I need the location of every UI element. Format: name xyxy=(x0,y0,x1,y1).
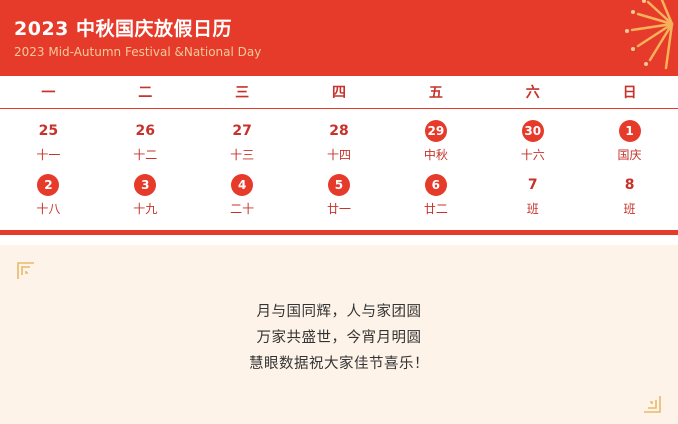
calendar-day: 28 十四 xyxy=(291,120,388,172)
weekday-label: 六 xyxy=(525,85,540,101)
calendar-day: 4 二十 xyxy=(194,174,291,226)
calendar-day: 7 班 xyxy=(484,174,581,226)
calendar-week-row: 25 十一 26 十二 27 十三 28 十四 29 中秋 30 十六 1 国庆 xyxy=(0,120,678,172)
calendar-day: 1 国庆 xyxy=(581,120,678,172)
holiday-day-number: 30 xyxy=(521,120,544,142)
holiday-day-number: 3 xyxy=(134,174,157,196)
holiday-day-number: 5 xyxy=(327,174,350,196)
calendar-day: 27 十三 xyxy=(194,120,291,172)
page-title: 2023 中秋国庆放假日历 xyxy=(14,18,232,40)
day-number: 7 xyxy=(527,177,538,193)
lunar-date: 二十 xyxy=(230,202,255,216)
calendar-day: 5 廿一 xyxy=(291,174,388,226)
calendar-day: 8 班 xyxy=(581,174,678,226)
holiday-day-number: 2 xyxy=(37,174,60,196)
weekday-label: 三 xyxy=(235,85,250,101)
weekday-label: 五 xyxy=(428,85,443,101)
weekday-label: 日 xyxy=(622,85,637,101)
calendar-day: 3 十九 xyxy=(97,174,194,226)
weekday-header-row: 一 二 三 四 五 六 日 xyxy=(0,76,678,109)
calendar-day: 30 十六 xyxy=(484,120,581,172)
calendar-day: 25 十一 xyxy=(0,120,97,172)
day-number: 27 xyxy=(232,123,252,139)
calendar-header: 2023 中秋国庆放假日历 2023 Mid-Autumn Festival &… xyxy=(0,0,678,76)
lunar-date: 十八 xyxy=(36,202,61,216)
day-number: 25 xyxy=(38,123,59,139)
lunar-date: 十一 xyxy=(36,148,61,162)
day-number: 8 xyxy=(624,177,635,193)
calendar-day: 6 廿二 xyxy=(387,174,484,226)
holiday-day-number: 29 xyxy=(424,120,447,142)
corner-ornament-icon xyxy=(644,396,661,413)
workday-label: 班 xyxy=(623,202,636,216)
lunar-date: 廿一 xyxy=(326,202,351,216)
lunar-date: 十三 xyxy=(230,148,255,162)
lunar-date: 十九 xyxy=(133,202,158,216)
calendar-day: 2 十八 xyxy=(0,174,97,226)
lunar-date: 十六 xyxy=(520,148,545,162)
weekday-label: 二 xyxy=(138,85,153,101)
greeting-text: 月与国同辉，人与家团圆 万家共盛世，今宵月明圆 慧眼数据祝大家佳节喜乐！ xyxy=(0,299,678,377)
calendar-week-row: 2 十八 3 十九 4 二十 5 廿一 6 廿二 7 班 8 班 xyxy=(0,174,678,226)
lunar-date: 中秋 xyxy=(423,148,448,162)
holiday-day-number: 4 xyxy=(231,174,254,196)
calendar-day: 26 十二 xyxy=(97,120,194,172)
day-number: 28 xyxy=(329,123,349,139)
section-divider xyxy=(0,230,678,235)
lunar-date: 十四 xyxy=(326,148,351,162)
holiday-day-number: 1 xyxy=(618,120,641,142)
calendar-day: 29 中秋 xyxy=(387,120,484,172)
greeting-line: 月与国同辉，人与家团圆 xyxy=(256,304,422,320)
firework-icon xyxy=(625,0,674,70)
weekday-label: 四 xyxy=(331,85,346,101)
lunar-date: 廿二 xyxy=(423,202,448,216)
weekday-label: 一 xyxy=(41,85,56,101)
workday-label: 班 xyxy=(526,202,539,216)
holiday-day-number: 6 xyxy=(424,174,447,196)
greeting-line: 万家共盛世，今宵月明圆 xyxy=(256,330,422,346)
greeting-line: 慧眼数据祝大家佳节喜乐！ xyxy=(249,356,429,372)
day-number: 26 xyxy=(135,123,155,139)
page-subtitle: 2023 Mid-Autumn Festival &National Day xyxy=(14,45,262,59)
greeting-panel: 月与国同辉，人与家团圆 万家共盛世，今宵月明圆 慧眼数据祝大家佳节喜乐！ xyxy=(0,245,678,424)
corner-ornament-icon xyxy=(17,262,34,279)
lunar-date: 十二 xyxy=(133,148,158,162)
lunar-date: 国庆 xyxy=(617,148,642,162)
